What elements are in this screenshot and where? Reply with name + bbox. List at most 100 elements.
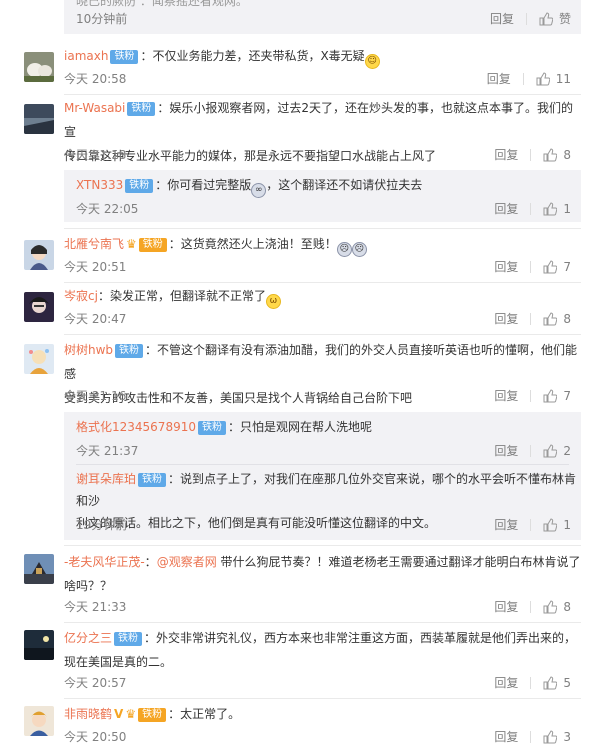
actions: 回复 8	[494, 310, 571, 328]
divider	[64, 94, 581, 95]
fan-badge: 铁粉	[138, 238, 167, 252]
like-button[interactable]: 1	[543, 516, 571, 534]
like-count: 8	[563, 312, 571, 326]
reply-button[interactable]: 回复	[494, 313, 532, 325]
sub-reply-box: 晓已的厥防 ：闻察摇还看观网。 10分钟前 回复 赞	[64, 0, 581, 34]
sub-reply-meta: 今天 21:37 回复 2	[76, 442, 581, 460]
like-button[interactable]: 8	[543, 146, 571, 164]
username[interactable]: 亿分之三	[64, 631, 112, 645]
thumbs-up-icon	[536, 72, 550, 86]
like-button[interactable]: 赞	[539, 10, 571, 28]
like-button[interactable]: 2	[543, 442, 571, 460]
avatar[interactable]	[24, 52, 54, 82]
comment-body-line1: 带什么狗屁节奏？！难道老杨老王需要通过翻译才能明白布林肯说了	[216, 555, 581, 569]
reply-button[interactable]: 回复	[494, 445, 532, 457]
username[interactable]: 非雨晓鹤	[64, 707, 112, 721]
comment-meta: 今天 20:47 回复 8	[64, 310, 581, 328]
sub-reply-body-tail: ，这个翻译还不如请伏拉夫去	[266, 178, 423, 192]
like-count: 2	[563, 444, 571, 458]
mention-link[interactable]: @观察者网	[157, 555, 217, 569]
thumbs-up-icon	[539, 12, 553, 26]
like-button[interactable]: 7	[543, 258, 571, 276]
reply-button[interactable]: 回复	[494, 203, 532, 215]
actions: 回复 赞	[490, 10, 571, 28]
like-button[interactable]: 5	[543, 674, 571, 692]
fan-badge: 铁粉	[114, 632, 143, 646]
fan-badge: 铁粉	[138, 708, 167, 722]
like-count: 7	[563, 389, 571, 403]
like-button[interactable]: 1	[543, 200, 571, 218]
divider	[64, 334, 581, 335]
username[interactable]: 岑寂cj	[64, 289, 98, 303]
comment-text: -老夫风华正茂-：@观察者网 带什么狗屁节奏？！难道老杨老王需要通过翻译才能明白…	[64, 550, 581, 598]
reply-button[interactable]: 回复	[494, 390, 532, 402]
like-count: 7	[563, 260, 571, 274]
username[interactable]: XTN333	[76, 178, 123, 192]
comment-meta: 今天 20:57 回复 5	[64, 674, 581, 692]
comment-meta: 今天 20:51 回复 7	[64, 258, 581, 276]
username[interactable]: 格式化12345678910	[76, 420, 196, 434]
like-button[interactable]: 11	[536, 70, 571, 88]
reply-button[interactable]: 回复	[494, 677, 532, 689]
reply-button[interactable]: 回复	[494, 601, 532, 613]
avatar[interactable]	[24, 344, 54, 374]
like-count: 11	[555, 72, 571, 86]
reply-button[interactable]: 回复	[494, 731, 532, 743]
reply-button[interactable]: 回复	[494, 149, 532, 161]
thumbs-up-icon	[543, 312, 558, 326]
thumbs-up-icon	[543, 389, 558, 403]
sub-reply-meta: 10分钟前 回复 赞	[76, 10, 581, 28]
timestamp: 今天 20:47	[64, 312, 127, 326]
timestamp: 今天 20:50	[64, 730, 127, 744]
reply-button[interactable]: 回复	[494, 519, 532, 531]
username[interactable]: 树树hwb	[64, 343, 113, 357]
timestamp: 今天 20:51	[64, 260, 127, 274]
reply-button[interactable]: 回复	[487, 73, 524, 85]
thumbs-up-icon	[543, 444, 558, 458]
reply-button[interactable]: 回复	[490, 13, 527, 25]
username[interactable]: iamaxh	[64, 49, 108, 63]
comment-meta: 今天 20:50 回复 3	[64, 728, 581, 746]
comment-body: ：染发正常，但翻译就不正常了	[97, 289, 266, 303]
username[interactable]: -老夫风华正茂-	[64, 555, 145, 569]
thumbs-up-icon	[543, 600, 558, 614]
avatar[interactable]	[24, 706, 54, 736]
avatar[interactable]	[24, 554, 54, 584]
divider	[64, 228, 581, 229]
like-button[interactable]: 8	[543, 310, 571, 328]
sub-reply-body: ：只怕是观网在帮人洗地呢	[227, 420, 372, 434]
sub-reply-meta: 19分钟前 回复 1	[76, 516, 581, 534]
thumbs-up-icon	[543, 730, 558, 744]
comment-text: 北雁兮南飞 ♛ 铁粉 ：这货竟然还火上浇油！至贱！ ☹ ☹	[64, 232, 581, 257]
avatar[interactable]	[24, 240, 54, 270]
like-button[interactable]: 8	[543, 598, 571, 616]
emoji-icon: ω	[265, 294, 281, 309]
timestamp: 今天 20:57	[64, 676, 127, 690]
actions: 回复 7	[494, 258, 571, 276]
verified-v-icon: V	[114, 707, 124, 721]
thumbs-up-icon	[543, 202, 558, 216]
thumbs-up-icon	[543, 518, 558, 532]
like-button[interactable]: 7	[543, 387, 571, 405]
username[interactable]: 北雁兮南飞	[64, 237, 124, 251]
avatar[interactable]	[24, 292, 54, 322]
sub-reply-box: 格式化12345678910 铁粉 ：只怕是观网在帮人洗地呢 今天 21:37 回复…	[64, 412, 581, 540]
timestamp: 今天 21:37	[76, 444, 139, 458]
like-button[interactable]: 3	[543, 728, 571, 746]
timestamp: 今天 21:18	[64, 148, 127, 162]
like-count: 3	[563, 730, 571, 744]
actions: 回复 11	[487, 70, 571, 88]
fan-badge: 铁粉	[138, 473, 167, 487]
actions: 回复 2	[494, 442, 571, 460]
comment-body-line2: 现在美国是真的二。	[64, 655, 173, 669]
timestamp: 10分钟前	[76, 12, 128, 26]
username[interactable]: 谢耳朵库珀	[76, 472, 136, 486]
username[interactable]: Mr-Wasabi	[64, 101, 125, 115]
actions: 回复 1	[494, 516, 571, 534]
timestamp: 今天 20:58	[64, 72, 127, 86]
avatar[interactable]	[24, 630, 54, 660]
reply-button[interactable]: 回复	[494, 261, 532, 273]
fan-badge: 铁粉	[115, 344, 144, 358]
avatar[interactable]	[24, 104, 54, 134]
comment-body-line2: 啥吗？？	[64, 579, 113, 593]
